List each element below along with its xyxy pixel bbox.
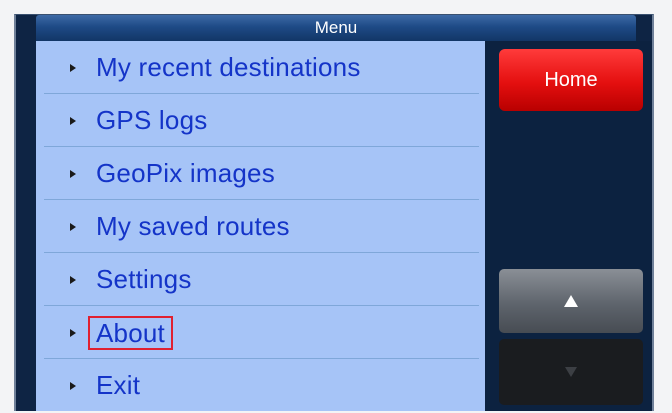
menu-item-label: Exit: [96, 370, 141, 400]
device-frame: Menu My recent destinations GPS logs Geo…: [0, 0, 672, 413]
bullet-icon: [70, 169, 76, 178]
menu-item-settings[interactable]: Settings: [36, 253, 485, 306]
menu-item-recent-destinations[interactable]: My recent destinations: [36, 41, 485, 94]
bullet-icon: [70, 222, 76, 231]
menu-list: My recent destinations GPS logs GeoPix i…: [36, 41, 485, 411]
menu-item-saved-routes[interactable]: My saved routes: [36, 200, 485, 253]
bullet-icon: [70, 275, 76, 284]
bullet-icon: [70, 116, 76, 125]
triangle-up-icon: [564, 295, 578, 307]
menu-item-label: My recent destinations: [96, 52, 361, 82]
scroll-up-button[interactable]: [499, 269, 643, 333]
side-panel: Home: [485, 41, 652, 411]
scroll-down-button[interactable]: [499, 339, 643, 405]
menu-item-label: Settings: [96, 264, 192, 294]
menu-item-label: My saved routes: [96, 211, 290, 241]
bullet-icon: [70, 381, 76, 390]
menu-item-label-highlighted: About: [88, 315, 173, 350]
menu-item-label: GPS logs: [96, 105, 208, 135]
menu-item-gps-logs[interactable]: GPS logs: [36, 94, 485, 147]
menu-title: Menu: [36, 15, 636, 41]
menu-item-label: GeoPix images: [96, 158, 275, 188]
home-button-label: Home: [544, 68, 598, 91]
menu-item-about[interactable]: About: [36, 306, 485, 359]
home-button[interactable]: Home: [499, 49, 643, 111]
menu-item-geopix-images[interactable]: GeoPix images: [36, 147, 485, 200]
bullet-icon: [70, 63, 76, 72]
screen: Menu My recent destinations GPS logs Geo…: [14, 14, 654, 411]
menu-item-exit[interactable]: Exit: [36, 359, 485, 411]
bullet-icon: [70, 328, 76, 337]
triangle-down-icon: [565, 367, 577, 377]
